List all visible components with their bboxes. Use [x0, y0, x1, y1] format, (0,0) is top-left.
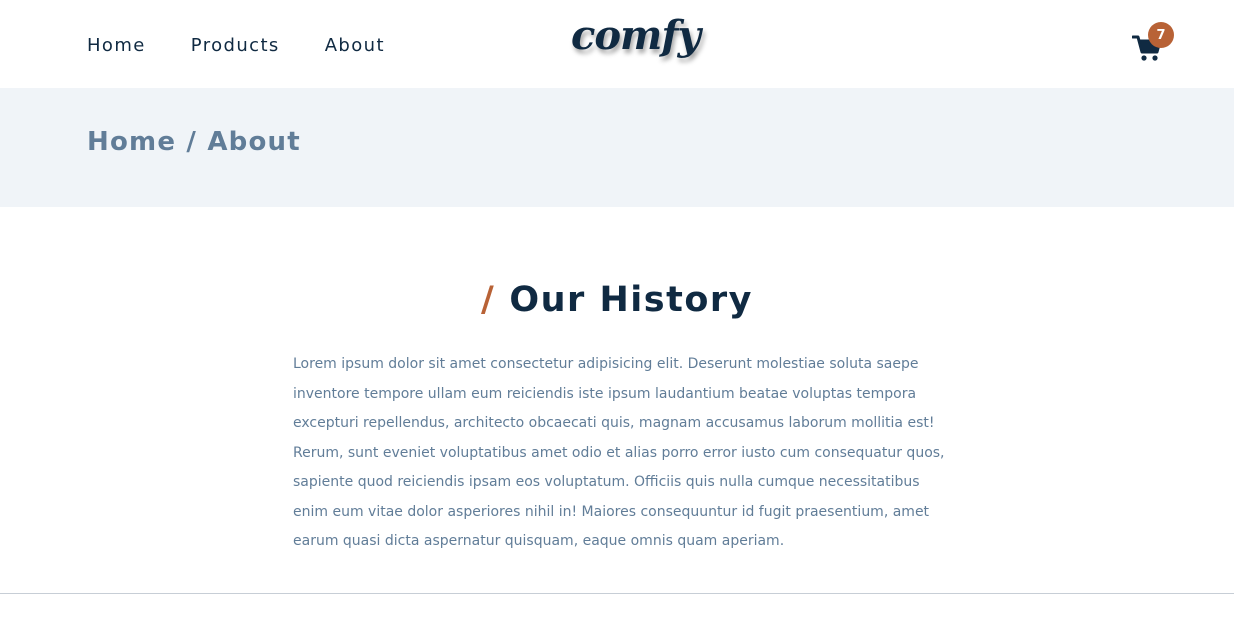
nav-link-home[interactable]: Home — [87, 35, 146, 56]
nav-link-about[interactable]: About — [325, 35, 385, 56]
nav-link-products[interactable]: Products — [191, 35, 280, 56]
section-title: / Our History — [0, 280, 1234, 320]
about-section: / Our History Lorem ipsum dolor sit amet … — [0, 207, 1234, 594]
breadcrumb: Home / About — [87, 127, 301, 157]
title-slash: / — [481, 280, 496, 320]
navbar: Home Products About comfy 7 — [0, 0, 1234, 88]
logo[interactable]: comfy — [571, 16, 701, 56]
cart-count-badge: 7 — [1148, 22, 1174, 48]
nav-links: Home Products About — [87, 35, 385, 56]
about-text: Lorem ipsum dolor sit amet consectetur a… — [293, 356, 945, 549]
divider — [0, 593, 1234, 594]
title-text: Our History — [509, 280, 753, 320]
page-hero: Home / About — [0, 88, 1234, 207]
